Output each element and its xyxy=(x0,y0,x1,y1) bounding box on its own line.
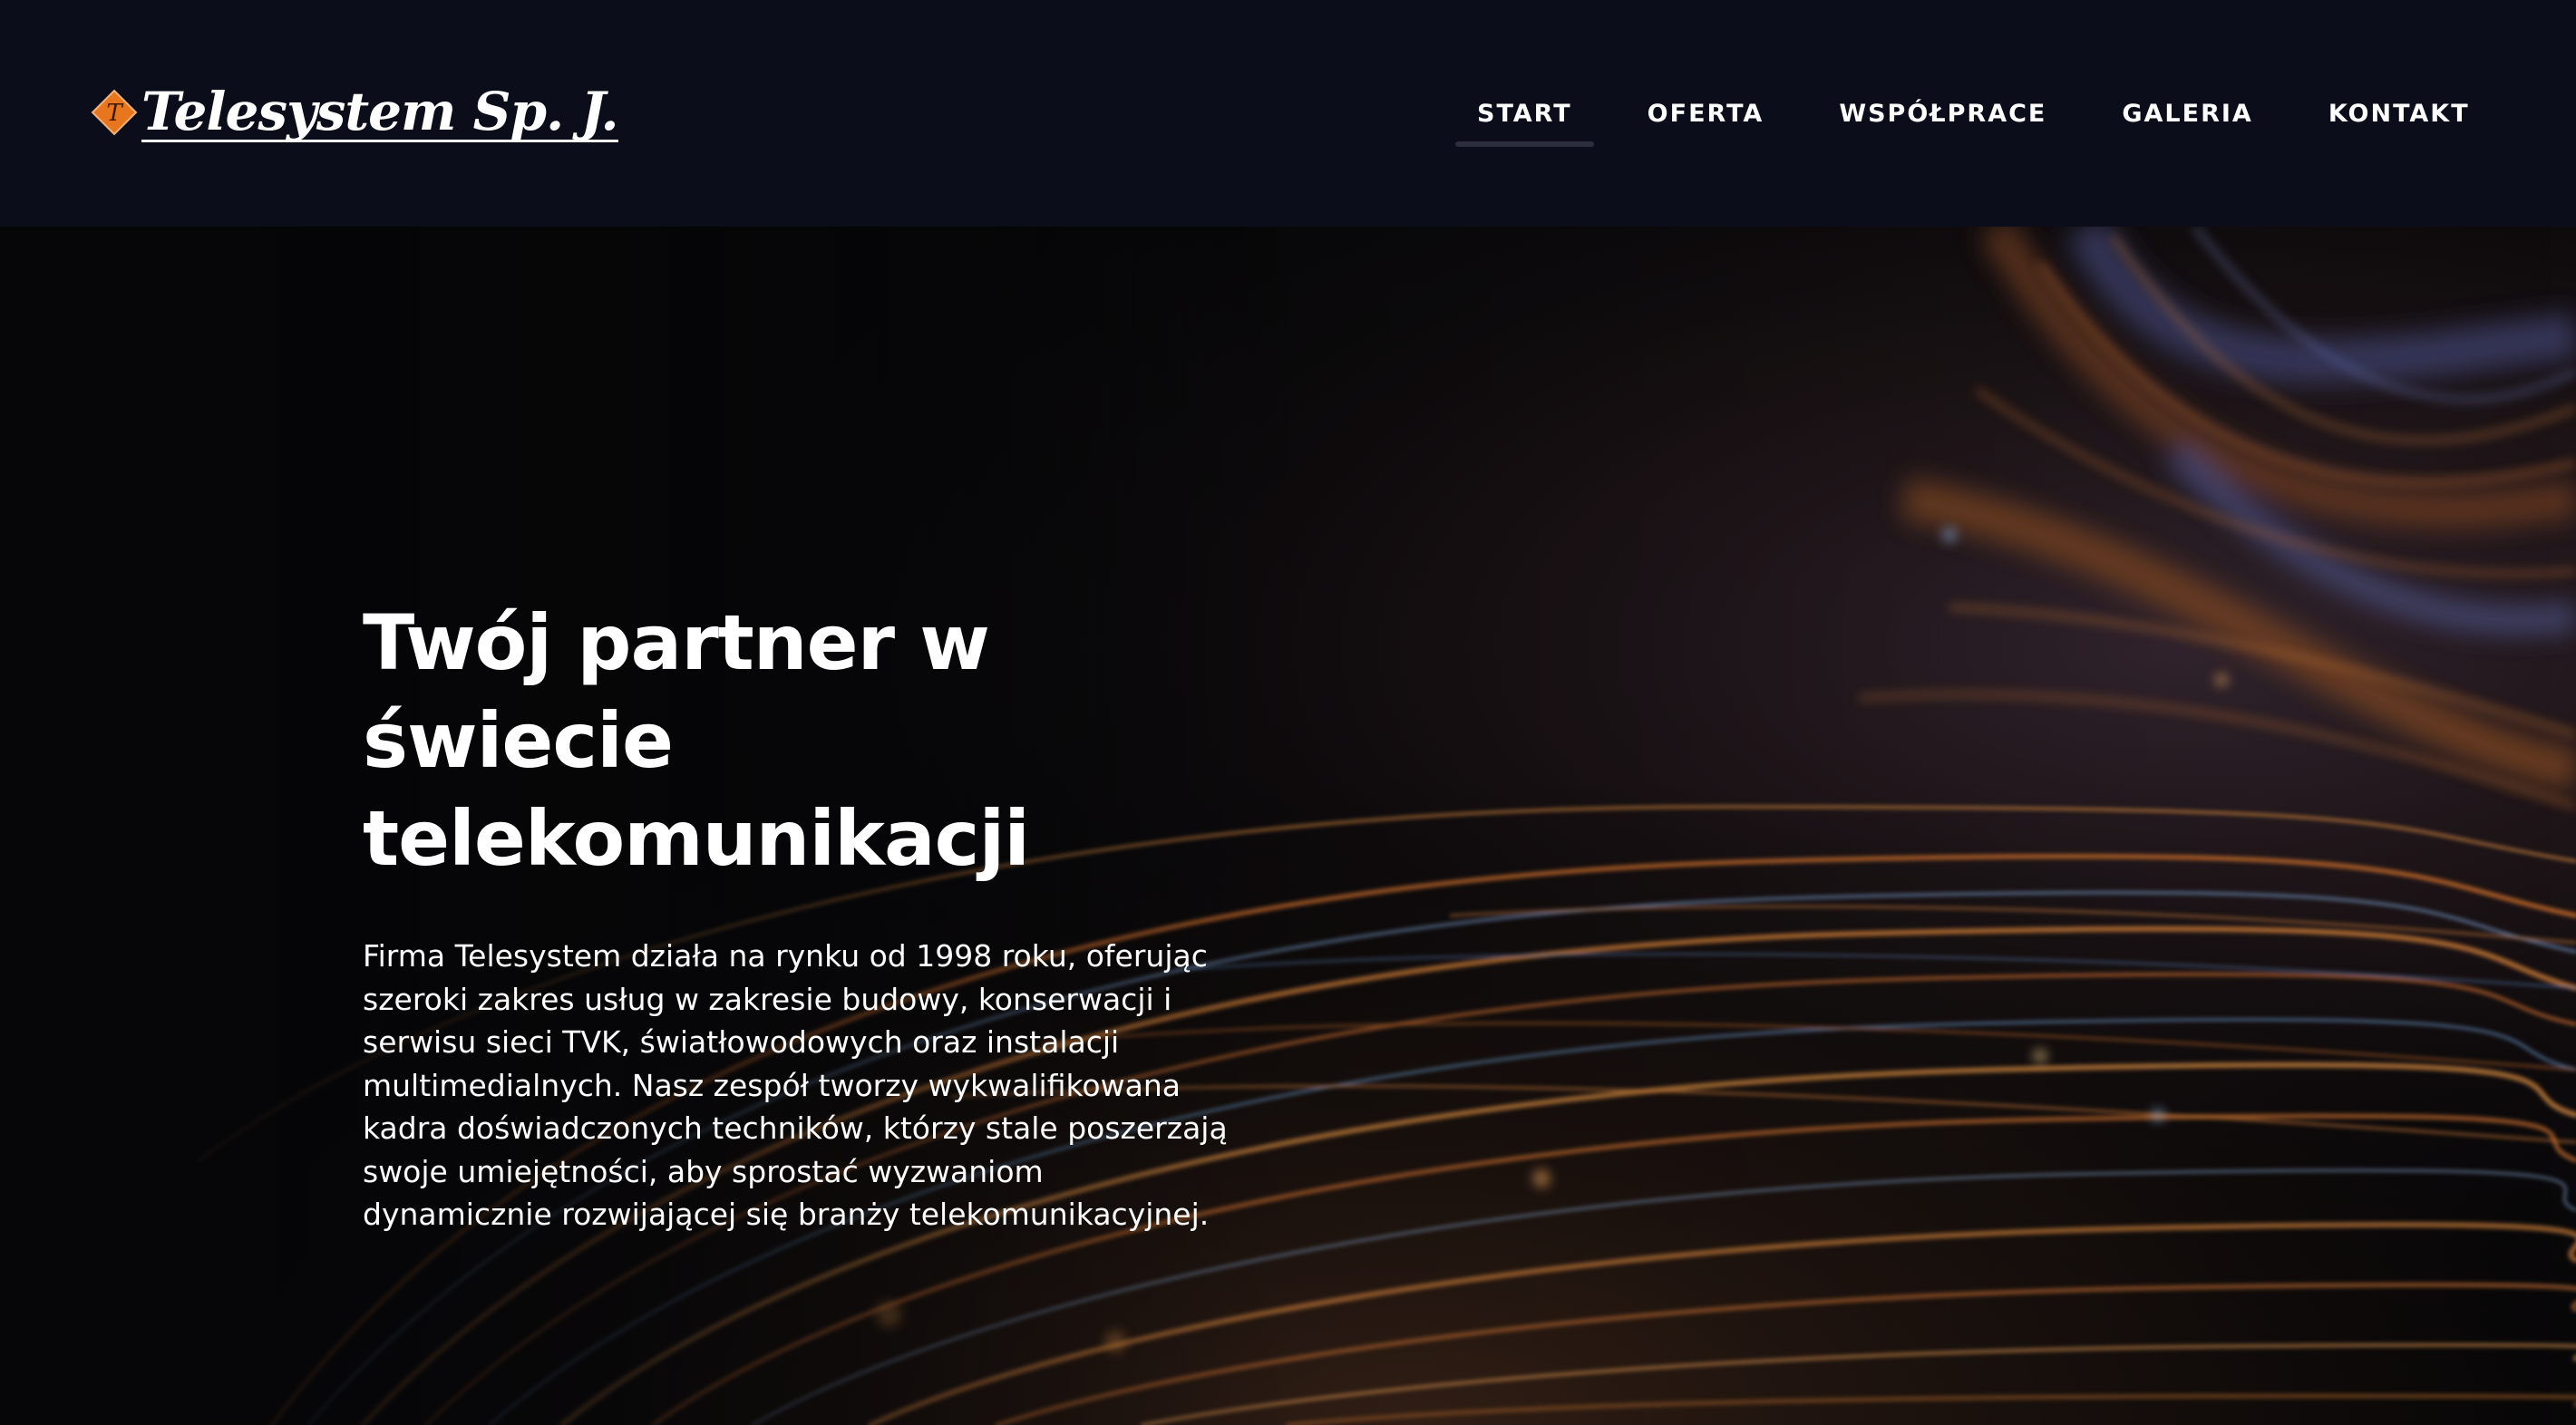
hero-description: Firma Telesystem działa na rynku od 1998… xyxy=(363,938,1228,1232)
logo-link[interactable]: T Telesystem Sp. J. xyxy=(91,76,619,149)
hero-title: Twój partner w świecie telekomunikacji xyxy=(363,594,1315,887)
page: T Telesystem Sp. J. START OFERTA WSPÓŁPR… xyxy=(0,0,2576,1425)
nav-item-galeria[interactable]: GALERIA xyxy=(2100,82,2274,145)
site-header: T Telesystem Sp. J. START OFERTA WSPÓŁPR… xyxy=(0,0,2576,227)
logo-mark-letter: T xyxy=(106,100,123,127)
hero-title-line2: telekomunikacji xyxy=(363,794,1030,883)
hero-content: Twój partner w świecie telekomunikacji F… xyxy=(363,594,1315,1236)
nav-item-kontakt[interactable]: KONTAKT xyxy=(2307,82,2492,145)
nav-item-wspolprace[interactable]: WSPÓŁPRACE xyxy=(1817,82,2068,145)
nav-item-start[interactable]: START xyxy=(1455,82,1594,147)
hero-title-line1: Twój partner w świecie xyxy=(363,598,990,785)
hero-section: Twój partner w świecie telekomunikacji F… xyxy=(0,227,2576,1425)
nav-item-oferta[interactable]: OFERTA xyxy=(1626,82,1786,145)
logo-text: Telesystem Sp. J. xyxy=(141,80,619,142)
main-nav: START OFERTA WSPÓŁPRACE GALERIA KONTAKT xyxy=(1455,0,2492,227)
logo-diamond-icon: T xyxy=(91,89,138,136)
